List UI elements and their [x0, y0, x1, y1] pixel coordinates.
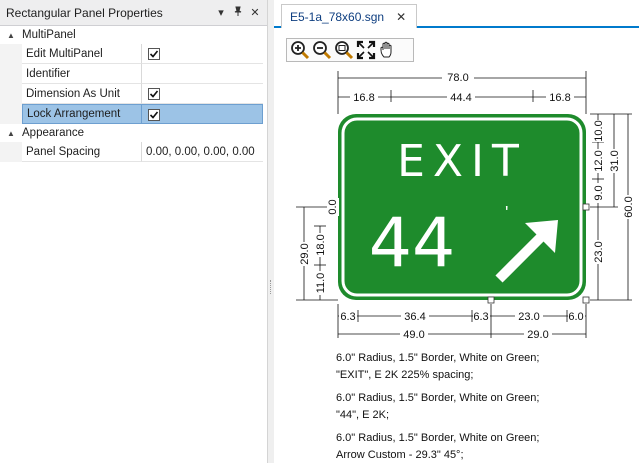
identifier-field[interactable]: [142, 64, 263, 84]
collapse-chevron-icon[interactable]: ▲: [0, 31, 22, 40]
category-appearance[interactable]: ▲ Appearance: [0, 124, 267, 142]
property-label: Identifier: [22, 64, 142, 84]
document-tabstrip: E5-1a_78x60.sgn ✕: [274, 0, 639, 28]
svg-text:10.0: 10.0: [593, 120, 605, 141]
dim-top-mid: 44.4: [450, 92, 471, 104]
zoom-window-icon[interactable]: [333, 39, 355, 61]
dim-bottom-3: 6.3: [473, 311, 488, 323]
category-multipanel[interactable]: ▲ MultiPanel: [0, 26, 267, 44]
panel-title: Rectangular Panel Properties: [6, 5, 163, 20]
dim-bottom-2: 36.4: [404, 311, 425, 323]
dim-left-top: 0.0: [327, 198, 339, 216]
note-arrow: 6.0" Radius, 1.5" Border, White on Green…: [336, 432, 540, 461]
svg-text:60.0: 60.0: [623, 196, 635, 217]
dim-right-1: 10.0: [591, 120, 605, 142]
selection-handle[interactable]: [487, 296, 495, 304]
panel-header: Rectangular Panel Properties ▾ ✕: [0, 0, 267, 26]
category-label: Appearance: [22, 127, 85, 139]
sign-notes: 6.0" Radius, 1.5" Border, White on Green…: [336, 350, 636, 470]
dim-bottom-4: 23.0: [518, 311, 539, 323]
dim-right-2: 12.0: [591, 149, 605, 173]
zoom-out-icon[interactable]: [311, 39, 333, 61]
dim-bottom-right: 29.0: [527, 329, 548, 341]
dim-bottom-1: 6.3: [340, 311, 355, 323]
property-label: Dimension As Unit: [22, 84, 142, 104]
dimension-as-unit-checkbox[interactable]: [148, 88, 160, 100]
sign-number-text[interactable]: 44: [369, 204, 456, 283]
property-row-dimension-as-unit[interactable]: Dimension As Unit: [0, 84, 267, 104]
dim-top-left: 16.8: [353, 92, 374, 104]
dim-right-3: 9.0: [591, 183, 605, 203]
property-label: Edit MultiPanel: [22, 44, 142, 64]
sign-apostrophe: ': [505, 203, 508, 223]
selection-handle[interactable]: [582, 203, 590, 211]
document-tab-label: E5-1a_78x60.sgn: [290, 9, 385, 24]
note-number: 6.0" Radius, 1.5" Border, White on Green…: [336, 392, 540, 421]
pin-icon[interactable]: [231, 6, 245, 19]
dim-top-right: 16.8: [549, 92, 570, 104]
svg-text:11.0: 11.0: [315, 273, 327, 294]
svg-text:31.0: 31.0: [609, 150, 621, 171]
zoom-extents-icon[interactable]: [355, 39, 377, 61]
document-area: E5-1a_78x60.sgn ✕ 78.0 16.8 44.4 16.8 EX…: [274, 0, 639, 463]
dim-bottom-left: 49.0: [403, 329, 424, 341]
note-panel: 6.0" Radius, 1.5" Border, White on Green…: [336, 352, 540, 381]
properties-panel: Rectangular Panel Properties ▾ ✕ ▲ Multi…: [0, 0, 268, 463]
edit-multipanel-checkbox[interactable]: [148, 48, 160, 60]
svg-text:23.0: 23.0: [593, 241, 605, 262]
panel-dropdown-icon[interactable]: ▾: [214, 6, 228, 19]
close-tab-icon[interactable]: ✕: [396, 10, 406, 24]
zoom-in-icon[interactable]: [289, 39, 311, 61]
dim-top-overall: 78.0: [447, 72, 468, 84]
lock-arrangement-checkbox[interactable]: [148, 108, 160, 121]
zoom-toolbar: [286, 38, 414, 62]
sign-drawing-canvas: 78.0 16.8 44.4 16.8 EXIT 44 ' 10.0 12.0 …: [296, 70, 635, 341]
dim-left-2: 18.0: [313, 233, 327, 257]
dim-bottom-5: 6.0: [568, 311, 583, 323]
svg-text:12.0: 12.0: [593, 150, 605, 171]
dim-left-1: 29.0: [297, 242, 311, 266]
property-label: Lock Arrangement: [22, 104, 142, 124]
svg-text:29.0: 29.0: [299, 243, 311, 264]
property-row-identifier[interactable]: Identifier: [0, 64, 267, 84]
svg-text:18.0: 18.0: [315, 234, 327, 255]
property-label: Panel Spacing: [22, 142, 142, 162]
collapse-chevron-icon[interactable]: ▲: [0, 129, 22, 138]
panel-close-icon[interactable]: ✕: [248, 6, 262, 19]
sign-exit-text[interactable]: EXIT: [397, 136, 527, 187]
selection-handle[interactable]: [582, 296, 590, 304]
panel-spacing-field[interactable]: 0.00, 0.00, 0.00, 0.00: [142, 142, 263, 162]
category-label: MultiPanel: [22, 29, 76, 41]
dim-right-overall: 60.0: [621, 195, 635, 219]
property-row-panel-spacing[interactable]: Panel Spacing 0.00, 0.00, 0.00, 0.00: [0, 142, 267, 162]
pan-hand-icon[interactable]: [377, 39, 399, 61]
svg-text:0.0: 0.0: [327, 199, 339, 214]
svg-text:9.0: 9.0: [593, 185, 605, 200]
dim-left-3: 11.0: [313, 271, 327, 295]
property-row-lock-arrangement[interactable]: Lock Arrangement: [0, 104, 267, 124]
dim-right-4: 23.0: [591, 240, 605, 264]
property-row-edit-multipanel[interactable]: Edit MultiPanel: [0, 44, 267, 64]
dim-right-inner: 31.0: [607, 149, 621, 173]
document-tab[interactable]: E5-1a_78x60.sgn ✕: [281, 4, 418, 28]
